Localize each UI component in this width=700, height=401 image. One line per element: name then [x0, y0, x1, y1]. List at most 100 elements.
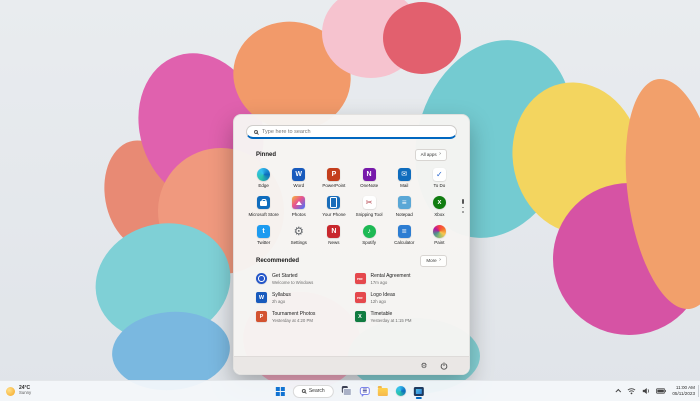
recommended-item-tournament-photos[interactable]: P Tournament Photos Yesterday at 4:20 PM — [256, 311, 349, 323]
pinned-app-label: Word — [293, 183, 304, 188]
photos-icon — [292, 196, 305, 209]
active-window-icon — [414, 387, 425, 396]
pinned-app-label: Calculator — [394, 240, 414, 245]
microsoft-store-icon — [257, 196, 270, 209]
pinned-app-label: Your Phone — [322, 212, 345, 217]
settings-gear-icon: ⚙ — [292, 225, 305, 238]
pinned-apps-grid: Edge W Word P PowerPoint N OneNote ✉ Mai… — [246, 166, 457, 248]
battery-icon[interactable] — [656, 388, 666, 394]
pinned-app-powerpoint[interactable]: P PowerPoint — [316, 166, 351, 191]
recommended-item-rental-agreement[interactable]: PDF Rental Agreement 17m ago — [355, 273, 448, 285]
search-input[interactable] — [246, 125, 457, 139]
pinned-app-snipping-tool[interactable]: ✂ Snipping Tool — [352, 194, 387, 219]
pinned-app-label: Notepad — [396, 212, 413, 217]
pinned-app-notepad[interactable]: ≡ Notepad — [387, 194, 422, 219]
pinned-app-label: Spotify — [362, 240, 376, 245]
all-apps-button[interactable]: All apps › — [415, 149, 447, 161]
pinned-app-your-phone[interactable]: Your Phone — [316, 194, 351, 219]
recommended-item-logo-ideas[interactable]: PDF Logo Ideas 12h ago — [355, 292, 448, 304]
taskbar: 24°C Sunny Search — [0, 380, 700, 401]
power-icon — [440, 362, 448, 370]
chevron-up-icon[interactable] — [616, 389, 622, 395]
pinned-pagination[interactable] — [462, 199, 464, 213]
pinned-app-calculator[interactable]: = Calculator — [387, 223, 422, 248]
pinned-app-todo[interactable]: ✓ To Do — [422, 166, 457, 191]
pinned-app-mail[interactable]: ✉ Mail — [387, 166, 422, 191]
recommended-item-subtitle: Welcome to Windows — [272, 280, 313, 285]
pinned-app-label: OneNote — [360, 183, 378, 188]
speaker-icon[interactable] — [642, 387, 650, 395]
search-field[interactable] — [262, 129, 449, 135]
chevron-right-icon: › — [439, 258, 441, 264]
search-icon — [302, 389, 306, 393]
chat-icon — [360, 387, 370, 396]
taskbar-search-label: Search — [309, 388, 325, 394]
system-tray: 11:00 AM 05/11/2023 — [617, 381, 695, 401]
more-button[interactable]: More › — [420, 255, 447, 267]
twitter-icon: t — [257, 225, 270, 238]
snipping-tool-icon: ✂ — [363, 196, 376, 209]
excel-doc-icon: X — [355, 311, 366, 322]
get-started-icon — [256, 273, 267, 284]
pinned-app-microsoft-store[interactable]: Microsoft Store — [246, 194, 281, 219]
pinned-app-label: Settings — [291, 240, 307, 245]
pinned-app-photos[interactable]: Photos — [281, 194, 316, 219]
start-button[interactable] — [276, 383, 285, 399]
chat-button[interactable] — [360, 383, 370, 399]
powerpoint-doc-icon: P — [256, 311, 267, 322]
word-doc-icon: W — [256, 292, 267, 303]
pinned-app-paint[interactable]: Paint — [422, 223, 457, 248]
pinned-app-label: Microsoft Store — [248, 212, 278, 217]
pinned-app-label: Mail — [400, 183, 408, 188]
mail-icon: ✉ — [398, 168, 411, 181]
spotify-icon: ♪ — [363, 225, 376, 238]
pinned-app-xbox[interactable]: x Xbox — [422, 194, 457, 219]
pinned-app-edge[interactable]: Edge — [246, 166, 281, 191]
recommended-item-subtitle: 12h ago — [371, 299, 396, 304]
edge-icon — [396, 386, 406, 396]
chevron-right-icon: › — [439, 152, 441, 158]
wifi-icon[interactable] — [627, 387, 636, 395]
recommended-item-title: Get Started — [272, 273, 313, 279]
edge-button[interactable] — [396, 383, 406, 399]
pinned-app-label: News — [328, 240, 339, 245]
gear-icon: ⚙ — [421, 361, 428, 370]
weather-condition: Sunny — [19, 391, 31, 396]
your-phone-icon — [327, 196, 340, 209]
recommended-item-subtitle: Yesterday at 1:15 PM — [371, 318, 412, 323]
pinned-label: Pinned — [256, 152, 276, 158]
pinned-app-label: Twitter — [257, 240, 270, 245]
taskbar-center: Search — [276, 381, 424, 401]
pinned-app-label: Paint — [434, 240, 444, 245]
pinned-app-spotify[interactable]: ♪ Spotify — [352, 223, 387, 248]
task-view-button[interactable] — [342, 383, 352, 399]
folder-icon — [378, 388, 388, 396]
taskbar-search[interactable]: Search — [293, 385, 334, 398]
recommended-item-timetable[interactable]: X Timetable Yesterday at 1:15 PM — [355, 311, 448, 323]
pinned-app-label: To Do — [434, 183, 446, 188]
tray-date: 05/11/2023 — [672, 391, 695, 397]
pinned-app-twitter[interactable]: t Twitter — [246, 223, 281, 248]
calculator-icon: = — [398, 225, 411, 238]
pdf-icon: PDF — [355, 292, 366, 303]
pinned-app-word[interactable]: W Word — [281, 166, 316, 191]
weather-widget[interactable]: 24°C Sunny — [6, 381, 31, 401]
paint-icon — [433, 225, 446, 238]
recommended-item-title: Syllabus — [272, 292, 291, 298]
more-label: More — [426, 258, 436, 263]
active-app-button[interactable] — [414, 383, 425, 399]
power-button[interactable] — [439, 361, 449, 371]
clock[interactable]: 11:00 AM 05/11/2023 — [672, 385, 695, 397]
active-app-indicator — [416, 397, 422, 399]
recommended-item-get-started[interactable]: Get Started Welcome to Windows — [256, 273, 349, 285]
pdf-icon: PDF — [355, 273, 366, 284]
file-explorer-button[interactable] — [378, 383, 388, 399]
pinned-app-news[interactable]: N News — [316, 223, 351, 248]
word-icon: W — [292, 168, 305, 181]
pinned-app-settings[interactable]: ⚙ Settings — [281, 223, 316, 248]
powerpoint-icon: P — [327, 168, 340, 181]
recommended-item-syllabus[interactable]: W Syllabus 2h ago — [256, 292, 349, 304]
settings-button[interactable]: ⚙ — [419, 361, 429, 371]
pinned-app-onenote[interactable]: N OneNote — [352, 166, 387, 191]
onenote-icon: N — [363, 168, 376, 181]
